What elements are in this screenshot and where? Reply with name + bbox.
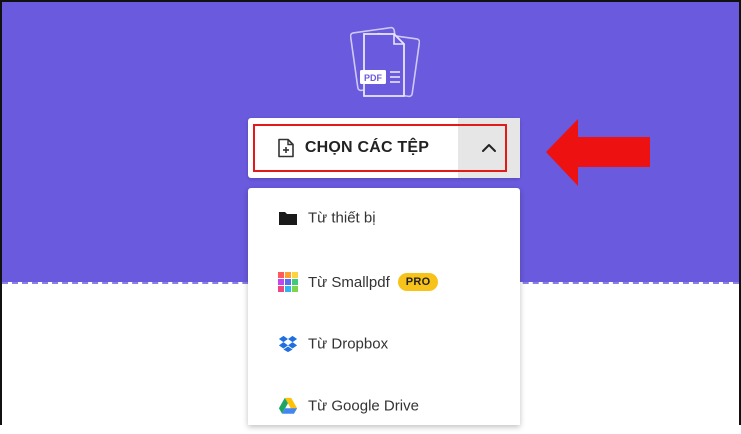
folder-icon: [278, 208, 298, 228]
choose-files-button[interactable]: CHỌN CÁC TỆP: [248, 118, 458, 178]
menu-item-label: Từ thiết bị: [308, 209, 376, 227]
google-drive-icon: [278, 396, 298, 416]
red-arrow-annotation-icon: [546, 119, 650, 186]
pdf-label: PDF: [364, 73, 383, 83]
menu-item-from-dropbox[interactable]: Từ Dropbox: [248, 316, 520, 372]
dropbox-icon: [278, 334, 298, 354]
menu-item-from-google-drive[interactable]: Từ Google Drive: [248, 378, 520, 434]
smallpdf-icon: [278, 272, 298, 292]
choose-files-dropdown-toggle[interactable]: [458, 118, 520, 178]
chevron-up-icon: [482, 144, 496, 152]
menu-item-label: Từ Google Drive: [308, 397, 419, 415]
choose-files-button-group: CHỌN CÁC TỆP: [248, 118, 520, 178]
menu-item-label: Từ Dropbox: [308, 335, 389, 353]
add-file-icon: [278, 138, 294, 158]
menu-item-label: Từ Smallpdf: [308, 273, 390, 291]
pdf-files-icon: PDF: [350, 26, 420, 98]
menu-item-from-smallpdf[interactable]: Từ Smallpdf PRO: [248, 254, 520, 310]
choose-files-label: CHỌN CÁC TỆP: [304, 139, 430, 156]
pro-badge: PRO: [397, 273, 439, 291]
file-source-menu: Từ thiết bị Từ Smallpdf PRO Từ Dropbox T…: [248, 188, 520, 425]
menu-item-from-device[interactable]: Từ thiết bị: [248, 190, 520, 246]
